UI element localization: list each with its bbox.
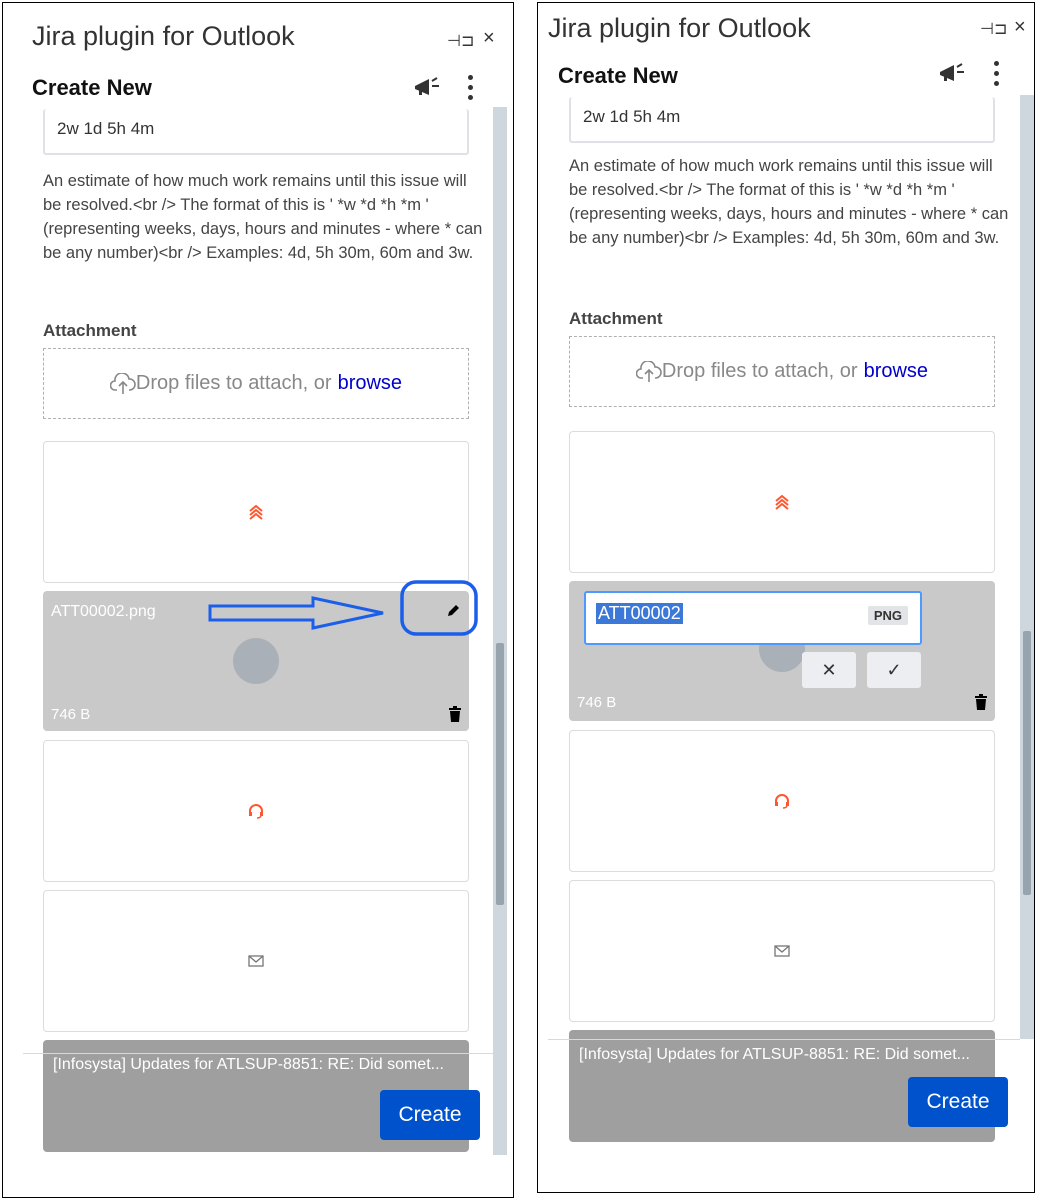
page-title: Create New	[32, 75, 152, 100]
create-button[interactable]: Create	[908, 1077, 1008, 1127]
attachment-card[interactable]: 746 B ATT00002 PNG ✕ ✓	[569, 581, 995, 721]
cloud-upload-icon	[635, 360, 662, 382]
scrollbar-thumb[interactable]	[496, 643, 504, 905]
page-title: Create New	[558, 63, 678, 88]
pin-icon[interactable]: ⊣⊐	[447, 31, 474, 51]
cancel-rename-button[interactable]: ✕	[802, 652, 856, 688]
close-icon[interactable]: ×	[483, 27, 495, 50]
browse-link[interactable]: browse	[864, 360, 928, 383]
remaining-estimate-input[interactable]: 2w 1d 5h 4m	[43, 109, 469, 155]
megaphone-icon[interactable]	[938, 61, 966, 85]
mail-icon	[248, 955, 264, 967]
scrollbar[interactable]	[1020, 95, 1034, 1039]
priority-card[interactable]	[43, 441, 469, 583]
scrollbar-thumb[interactable]	[1023, 631, 1031, 895]
highest-priority-icon	[249, 504, 263, 520]
attachment-file-name: ATT00002.png	[51, 603, 156, 620]
app-title: Jira plugin for Outlook	[548, 13, 811, 43]
file-drop-zone[interactable]: Drop files to attach, or browse	[43, 348, 469, 419]
cloud-upload-icon	[109, 372, 136, 394]
create-button[interactable]: Create	[380, 1090, 480, 1140]
attachment-label: Attachment	[43, 321, 137, 340]
more-options-icon[interactable]	[468, 75, 474, 105]
mail-icon	[774, 945, 790, 957]
close-icon[interactable]: ×	[1014, 16, 1026, 39]
pin-icon[interactable]: ⊣⊐	[980, 19, 1007, 39]
remaining-estimate-help: An estimate of how much work remains unt…	[43, 172, 483, 262]
megaphone-icon[interactable]	[413, 75, 441, 99]
scrollbar[interactable]	[493, 107, 507, 1155]
highest-priority-icon	[775, 494, 789, 510]
headset-icon	[249, 804, 263, 819]
trash-icon[interactable]	[974, 694, 988, 710]
footer-divider	[548, 1039, 1020, 1040]
plugin-panel-right: Jira plugin for Outlook ⊣⊐ × Create New …	[537, 2, 1035, 1193]
confirm-rename-button[interactable]: ✓	[867, 652, 921, 688]
rename-input[interactable]: ATT00002 PNG	[584, 591, 922, 645]
remaining-estimate-help: An estimate of how much work remains unt…	[569, 157, 1009, 247]
headset-icon	[775, 794, 789, 809]
more-options-icon[interactable]	[994, 61, 1000, 91]
request-type-card[interactable]	[43, 740, 469, 882]
attachment-label: Attachment	[569, 309, 663, 328]
request-type-card[interactable]	[569, 730, 995, 872]
browse-link[interactable]: browse	[338, 372, 402, 395]
rename-value: ATT00002	[596, 603, 683, 624]
drop-text: Drop files to attach, or	[135, 372, 332, 394]
drop-text: Drop files to attach, or	[661, 360, 858, 382]
remaining-estimate-input[interactable]: 2w 1d 5h 4m	[569, 97, 995, 143]
app-title: Jira plugin for Outlook	[32, 21, 295, 51]
footer-divider	[23, 1053, 493, 1054]
priority-card[interactable]	[569, 431, 995, 573]
attachment-file-size: 746 B	[51, 706, 91, 723]
trash-icon[interactable]	[448, 706, 462, 722]
attachment-file-size: 746 B	[577, 694, 617, 711]
file-extension-badge: PNG	[867, 606, 908, 625]
email-source-card[interactable]	[569, 880, 995, 1022]
file-drop-zone[interactable]: Drop files to attach, or browse	[569, 336, 995, 407]
email-source-card[interactable]	[43, 890, 469, 1032]
plugin-panel-left: Jira plugin for Outlook ⊣⊐ × Create New …	[2, 2, 514, 1198]
annotation-arrow	[208, 580, 478, 636]
